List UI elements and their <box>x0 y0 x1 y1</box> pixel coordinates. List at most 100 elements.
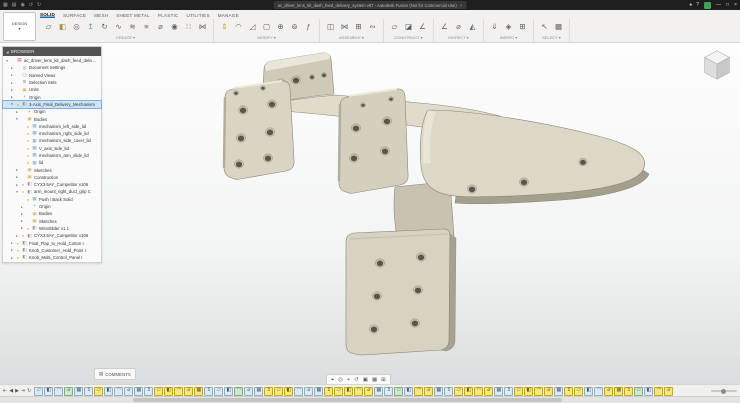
browser-row[interactable]: ▸+Origin <box>3 108 101 115</box>
browser-row[interactable]: ▸+Origin <box>3 203 101 210</box>
timeline-feature[interactable]: ▦ <box>74 387 83 396</box>
loft-icon[interactable]: ≋ <box>126 20 139 34</box>
motion-link-icon[interactable]: ∾ <box>366 20 379 34</box>
timeline-feature[interactable]: ▦ <box>194 387 203 396</box>
cylinder-icon[interactable]: ◎ <box>70 20 83 34</box>
expand-arrow-icon[interactable]: ▾ <box>5 59 9 63</box>
expand-arrow-icon[interactable]: ▸ <box>10 66 14 70</box>
timeline-feature[interactable]: ▱ <box>634 387 643 396</box>
expand-arrow-icon[interactable]: ▸ <box>15 168 19 172</box>
timeline-feature[interactable]: ◧ <box>284 387 293 396</box>
browser-row[interactable]: ▾▣Bodies <box>3 115 101 122</box>
new-component-icon[interactable]: ◫ <box>324 20 337 34</box>
timeline-feature[interactable]: ◧ <box>44 387 53 396</box>
offset-plane-icon[interactable]: ▱ <box>388 20 401 34</box>
press-pull-icon[interactable]: ⇕ <box>218 20 231 34</box>
change-parameters-icon[interactable]: ƒ <box>302 20 315 34</box>
timeline-feature[interactable]: ▱ <box>454 387 463 396</box>
visibility-bulb-icon[interactable]: ● <box>16 241 20 246</box>
timeline-go-start-icon[interactable]: ⇤ <box>3 389 7 394</box>
visibility-bulb-icon[interactable]: ● <box>21 189 25 194</box>
expand-arrow-icon[interactable]: ▸ <box>20 205 24 209</box>
ribbon-group-label[interactable]: INSPECT ▾ <box>448 34 468 41</box>
interference-icon[interactable]: ⌀ <box>452 20 465 34</box>
new-sketch-icon[interactable]: ▱ <box>42 20 55 34</box>
ribbon-tab-mesh[interactable]: MESH <box>94 13 108 18</box>
extrude-icon[interactable]: ↥ <box>84 20 97 34</box>
timeline-feature[interactable]: ↥ <box>624 387 633 396</box>
timeline-feature[interactable]: ⌀ <box>364 387 373 396</box>
timeline-feature[interactable]: ◧ <box>104 387 113 396</box>
visibility-bulb-icon[interactable]: ● <box>16 248 20 253</box>
timeline-feature[interactable]: ◧ <box>584 387 593 396</box>
decal-icon[interactable]: ◈ <box>502 20 515 34</box>
visibility-bulb-icon[interactable]: ● <box>26 138 30 143</box>
file-menu-icon[interactable]: ▤ <box>12 3 17 8</box>
collapse-icon[interactable]: ◢ <box>6 50 9 54</box>
timeline-feature[interactable]: ◠ <box>534 387 543 396</box>
browser-row[interactable]: ▸●◧WristSlider v1.1 <box>3 225 101 232</box>
timeline-feature[interactable]: ◧ <box>224 387 233 396</box>
timeline-feature[interactable]: ◠ <box>474 387 483 396</box>
timeline-feature[interactable]: ⌀ <box>664 387 673 396</box>
timeline-feature[interactable]: ⌀ <box>184 387 193 396</box>
look-at-icon[interactable]: ▣ <box>363 378 368 384</box>
timeline-feature[interactable]: ◧ <box>644 387 653 396</box>
section-analysis-icon[interactable]: ◭ <box>466 20 479 34</box>
timeline-feature[interactable]: ↥ <box>144 387 153 396</box>
timeline-feature[interactable]: ⌀ <box>64 387 73 396</box>
midplane-icon[interactable]: ◪ <box>402 20 415 34</box>
ribbon-tab-utilities[interactable]: UTILITIES <box>186 13 209 18</box>
timeline-feature[interactable]: ⌀ <box>244 387 253 396</box>
viewport-canvas[interactable]: ◢ BROWSER ▾▤ac_driver_lens_kit_dash_feed… <box>0 42 740 402</box>
axis-icon[interactable]: ∠ <box>416 20 429 34</box>
sweep-icon[interactable]: ∿ <box>112 20 125 34</box>
timeline-feature[interactable]: ⌀ <box>484 387 493 396</box>
browser-row[interactable]: ▸⊞Selection Sets <box>3 79 101 86</box>
visibility-bulb-icon[interactable]: ● <box>16 255 20 260</box>
expand-arrow-icon[interactable]: ▸ <box>15 183 19 187</box>
zoom-icon[interactable]: ◎ <box>338 378 343 384</box>
browser-row[interactable]: ●▦mechanism_arm_slide_lid <box>3 152 101 159</box>
part-front-flange[interactable] <box>224 81 294 179</box>
expand-arrow-icon[interactable]: ▸ <box>10 95 14 99</box>
timeline-feature[interactable]: ↥ <box>264 387 273 396</box>
ribbon-group-label[interactable]: ASSEMBLE ▾ <box>339 34 364 41</box>
timeline-feature[interactable]: ▦ <box>134 387 143 396</box>
timeline-step-back-icon[interactable]: ◀ <box>9 389 13 394</box>
select-cursor-icon[interactable]: ↖ <box>538 20 551 34</box>
timeline-feature[interactable]: ▱ <box>514 387 523 396</box>
timeline-feature[interactable]: ◠ <box>594 387 603 396</box>
timeline-feature[interactable]: ◠ <box>114 387 123 396</box>
orbit-icon[interactable]: ↺ <box>354 378 359 384</box>
visibility-bulb-icon[interactable]: ● <box>21 233 25 238</box>
undo-icon[interactable]: ↺ <box>29 3 33 8</box>
model-bracket[interactable] <box>0 42 740 402</box>
browser-row[interactable]: ●▦mechanism_side_cover_lid <box>3 137 101 144</box>
timeline-feature[interactable]: ▱ <box>94 387 103 396</box>
visibility-bulb-icon[interactable]: ● <box>26 124 30 129</box>
ribbon-group-label[interactable]: SELECT ▾ <box>542 34 561 41</box>
visibility-bulb-icon[interactable]: ● <box>21 182 25 187</box>
visibility-bulb-icon[interactable]: ● <box>26 146 30 151</box>
timeline-feature[interactable]: ▱ <box>334 387 343 396</box>
timeline-feature[interactable]: ↥ <box>564 387 573 396</box>
tab-close-icon[interactable]: × <box>460 3 463 8</box>
scrollbar-thumb[interactable] <box>133 398 562 402</box>
browser-row[interactable]: ●▦Push / Back Solid <box>3 196 101 203</box>
save-icon[interactable]: ◉ <box>20 3 24 8</box>
timeline-feature[interactable]: ▦ <box>554 387 563 396</box>
chamfer-icon[interactable]: ◿ <box>246 20 259 34</box>
expand-arrow-icon[interactable]: ▸ <box>10 248 14 252</box>
browser-row[interactable]: ▾●◧arm_mount_right_duct_grip C <box>3 188 101 195</box>
expand-arrow-icon[interactable]: ▾ <box>10 102 14 106</box>
timeline-feature[interactable]: ◠ <box>654 387 663 396</box>
user-avatar[interactable] <box>704 2 711 9</box>
timeline-feature[interactable]: ◧ <box>524 387 533 396</box>
timeline-feature[interactable]: ▦ <box>314 387 323 396</box>
expand-arrow-icon[interactable]: ▾ <box>15 190 19 194</box>
expand-arrow-icon[interactable]: ▸ <box>15 234 19 238</box>
document-tab[interactable]: ac_driver_lens_kit_dash_feed_delivery_sy… <box>274 1 467 9</box>
expand-arrow-icon[interactable]: ▸ <box>10 241 14 245</box>
browser-row[interactable]: ●▦lid <box>3 159 101 166</box>
